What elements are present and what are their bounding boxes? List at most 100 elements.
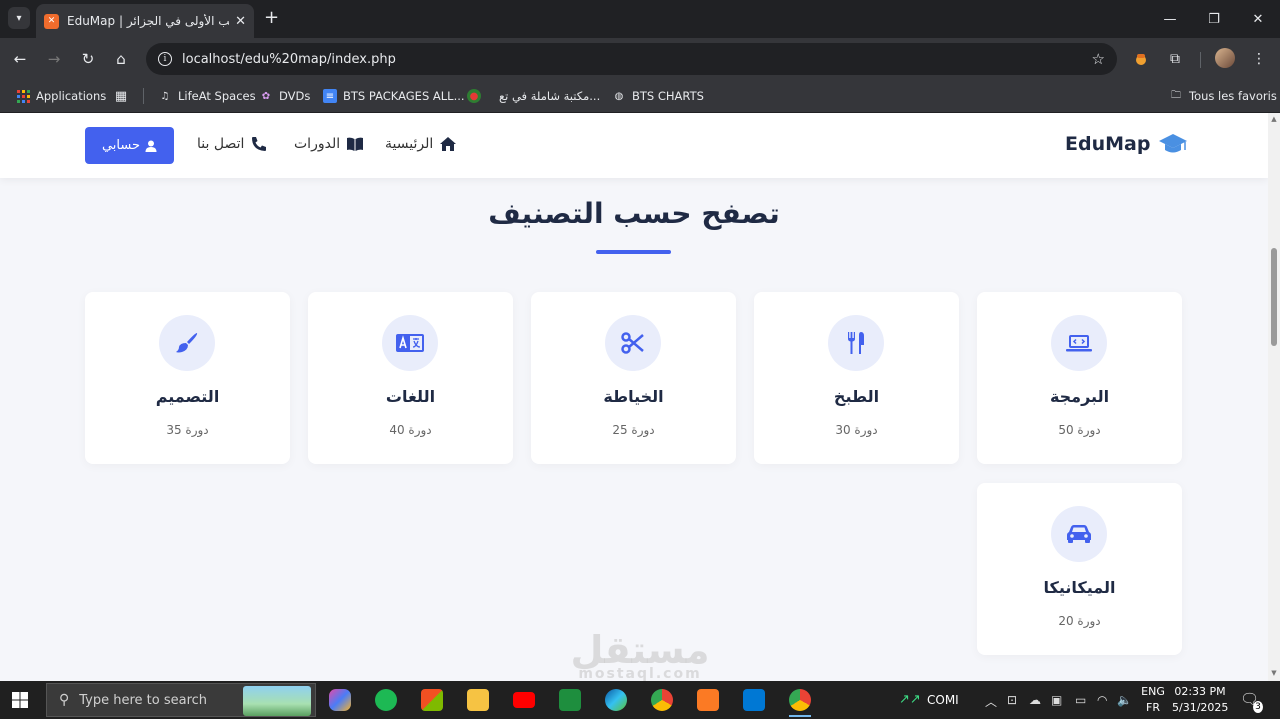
extension-icon[interactable]	[1130, 48, 1152, 70]
car-icon	[1051, 506, 1107, 562]
home-icon[interactable]: ⌂	[110, 48, 132, 70]
category-card-sewing[interactable]: الخياطة 25 دورة	[531, 292, 736, 464]
category-card-programming[interactable]: البرمجة 50 دورة	[977, 292, 1182, 464]
user-icon	[145, 140, 157, 152]
scroll-thumb[interactable]	[1271, 248, 1277, 346]
site-info-icon[interactable]: i	[158, 52, 172, 66]
search-highlight-image[interactable]	[243, 686, 311, 716]
bookmark-label: BTS PACKAGES ALL...	[343, 89, 465, 103]
tray-display-icon[interactable]: ▣	[1051, 693, 1062, 707]
page-scrollbar[interactable]: ▲ ▼	[1268, 113, 1280, 681]
bookmark-library[interactable]: ● مكتبة شاملة في تع...	[467, 86, 600, 106]
mostaql-watermark: مستقل mostaql.com	[560, 628, 720, 681]
menu-kebab-icon[interactable]: ⋮	[1248, 48, 1270, 70]
bookmark-label: DVDs	[279, 89, 311, 103]
url-text[interactable]: localhost/edu%20map/index.php	[182, 52, 1092, 67]
category-count: 30 دورة	[835, 423, 878, 437]
stock-trend-icon[interactable]: ↗↗	[899, 692, 921, 707]
keyboard-layout[interactable]: FR	[1139, 701, 1167, 714]
account-button-label: حسابي	[101, 138, 141, 153]
tray-cloud-icon[interactable]: ☁	[1029, 693, 1041, 707]
category-card-languages[interactable]: اللغات 40 دورة	[308, 292, 513, 464]
taskbar-search-placeholder: Type here to search	[79, 692, 208, 708]
browser-tab-active[interactable]: ✕ EduMap | منصة التدريب الأولى في الجزائ…	[36, 4, 254, 38]
category-card-cooking[interactable]: الطبخ 30 دورة	[754, 292, 959, 464]
forward-arrow-icon[interactable]: →	[43, 48, 65, 70]
clock-time[interactable]: 02:33 PM	[1172, 685, 1228, 698]
battery-icon[interactable]: ▭	[1075, 693, 1086, 707]
apps-grid-icon	[16, 89, 30, 103]
reload-icon[interactable]: ↻	[77, 48, 99, 70]
address-bar[interactable]: i localhost/edu%20map/index.php ☆	[146, 43, 1117, 75]
taskbar-search-box[interactable]: ⚲ Type here to search	[46, 683, 316, 717]
close-window-icon[interactable]: ✕	[1236, 0, 1280, 38]
tray-meet-icon[interactable]: ⊡	[1007, 693, 1017, 707]
nav-contact[interactable]: اتصل بنا	[197, 135, 268, 153]
vscode-app-icon[interactable]	[739, 685, 769, 715]
bookmark-dvds[interactable]: ✿ DVDs	[259, 86, 311, 106]
bookmark-label: Applications	[36, 89, 107, 103]
classroom-app-icon[interactable]	[555, 685, 585, 715]
minimize-icon[interactable]: —	[1148, 0, 1192, 38]
category-card-mechanics[interactable]: الميكانيكا 20 دورة	[977, 483, 1182, 655]
tab-close-icon[interactable]: ✕	[235, 14, 246, 29]
copilot-app-icon[interactable]	[325, 685, 355, 715]
spotify-app-icon[interactable]	[371, 685, 401, 715]
back-arrow-icon[interactable]: ←	[9, 48, 31, 70]
new-tab-plus-icon[interactable]: +	[264, 8, 279, 28]
page-viewport: EduMap الرئيسية الدورات اتصل بنا حسابي ت…	[0, 113, 1268, 681]
bookmark-applications[interactable]: Applications	[16, 86, 106, 106]
title-underline	[596, 250, 671, 254]
all-bookmarks[interactable]: 🗀 Tous les favoris	[1169, 86, 1277, 106]
restore-icon[interactable]: ❐	[1192, 0, 1236, 38]
category-name: التصميم	[155, 387, 220, 406]
windows-start-icon[interactable]	[12, 692, 28, 708]
search-icon: ⚲	[59, 692, 70, 708]
nav-home-label: الرئيسية	[385, 136, 434, 152]
browser-toolbar: ← → ↻ ⌂ i localhost/edu%20map/index.php …	[0, 38, 1280, 80]
bookmarks-bar: Applications ▦ ♫ LifeAt Spaces ✿ DVDs ≡ …	[0, 80, 1280, 113]
category-name: الطبخ	[833, 387, 880, 406]
category-count: 35 دورة	[166, 423, 209, 437]
paint-brush-icon	[159, 315, 215, 371]
bookmark-label: مكتبة شاملة في تع...	[499, 89, 601, 103]
tab-search-chevron-icon[interactable]: ▾	[8, 7, 30, 29]
profile-avatar[interactable]	[1215, 48, 1235, 68]
clock-date[interactable]: 5/31/2025	[1172, 701, 1228, 714]
xampp-app-icon[interactable]	[693, 685, 723, 715]
extensions-puzzle-icon[interactable]: ⧉	[1164, 48, 1186, 70]
category-name: اللغات	[385, 387, 436, 406]
tray-chevron-up-icon[interactable]: ︿	[985, 693, 997, 710]
scroll-down-arrow-icon[interactable]: ▼	[1270, 669, 1278, 677]
nav-home[interactable]: الرئيسية	[385, 135, 457, 153]
stock-ticker[interactable]: COMI	[927, 693, 959, 707]
section-title: تصفح حسب التصنيف	[488, 197, 780, 230]
wifi-icon[interactable]: ◠	[1097, 693, 1107, 707]
bookmark-label: LifeAt Spaces	[178, 89, 256, 103]
bookmark-label: BTS CHARTS	[632, 89, 704, 103]
chrome-profile-app-icon[interactable]	[785, 685, 815, 717]
store-app-icon[interactable]	[417, 685, 447, 715]
scroll-up-arrow-icon[interactable]: ▲	[1270, 115, 1278, 123]
input-language[interactable]: ENG	[1139, 685, 1167, 698]
site-header: EduMap الرئيسية الدورات اتصل بنا حسابي	[0, 113, 1268, 178]
file-explorer-icon[interactable]	[463, 685, 493, 715]
bookmark-grid[interactable]: ▦	[114, 86, 134, 106]
bookmark-bts-charts[interactable]: ◍ BTS CHARTS	[612, 86, 704, 106]
youtube-app-icon[interactable]	[509, 685, 539, 715]
xampp-favicon-icon: ✕	[44, 13, 59, 29]
bookmark-lifeat[interactable]: ♫ LifeAt Spaces	[158, 86, 256, 106]
category-count: 25 دورة	[612, 423, 655, 437]
account-button[interactable]: حسابي	[85, 127, 174, 164]
window-controls: — ❐ ✕	[1148, 0, 1280, 38]
edge-app-icon[interactable]	[601, 685, 631, 715]
bookmark-star-icon[interactable]: ☆	[1092, 50, 1105, 68]
nav-contact-label: اتصل بنا	[197, 136, 245, 152]
site-logo[interactable]: EduMap	[1065, 132, 1188, 156]
nav-courses[interactable]: الدورات	[294, 135, 364, 153]
volume-icon[interactable]: 🔈	[1117, 693, 1132, 707]
category-card-design[interactable]: التصميم 35 دورة	[85, 292, 290, 464]
bookmark-bts-packages[interactable]: ≡ BTS PACKAGES ALL...	[323, 86, 465, 106]
chrome-app-icon[interactable]	[647, 685, 677, 715]
category-count: 40 دورة	[389, 423, 432, 437]
